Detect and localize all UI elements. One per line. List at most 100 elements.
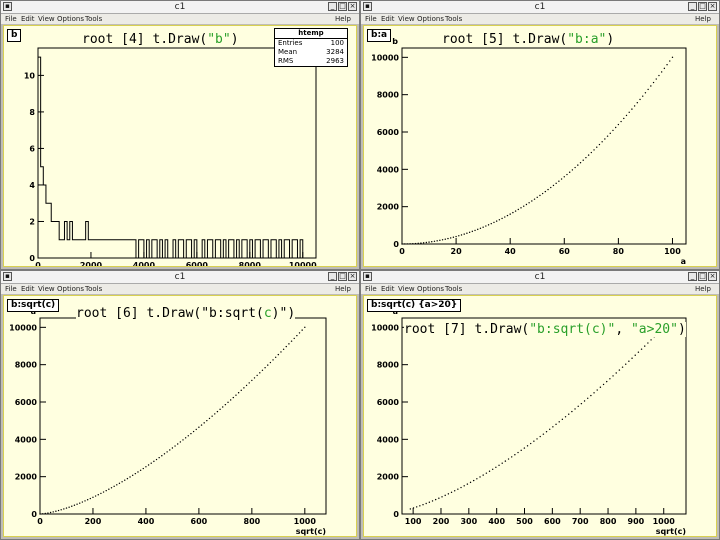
scatter-point: [545, 431, 548, 433]
scatter-point: [110, 487, 113, 489]
x-tick-label: 2000: [80, 261, 103, 267]
menu-options[interactable]: Options: [417, 14, 444, 24]
scatter-point: [420, 242, 422, 244]
close-icon[interactable]: ×: [348, 272, 357, 281]
scatter-point: [264, 367, 266, 369]
menu-view[interactable]: View: [38, 284, 55, 294]
scatter-point: [495, 466, 497, 468]
y-tick-label: 8000: [15, 361, 38, 370]
y-tick-label: 10000: [9, 323, 37, 332]
menu-view[interactable]: View: [398, 284, 415, 294]
y-tick-label: 4000: [377, 435, 400, 444]
menu-edit[interactable]: Edit: [21, 14, 35, 24]
scatter-point: [655, 78, 657, 80]
stats-box[interactable]: htemp Entries 100 Mean 3284 RMS 2963: [274, 28, 348, 67]
command-text: root [7] t.Draw("b:sqrt(c)", "a>20"): [404, 322, 686, 337]
title-bar[interactable]: ▪ c1 _ □ ×: [1, 271, 359, 284]
graph-label[interactable]: b:sqrt(c) {a>20}: [367, 299, 462, 312]
menu-edit[interactable]: Edit: [381, 14, 395, 24]
scatter-point: [509, 213, 511, 215]
x-tick-label: 900: [628, 517, 645, 526]
title-bar[interactable]: ▪ c1 _ □ ×: [361, 271, 719, 284]
scatter-point: [431, 241, 433, 243]
scatter-point: [560, 178, 563, 180]
menu-edit[interactable]: Edit: [381, 284, 395, 294]
minimize-icon[interactable]: _: [328, 272, 337, 281]
close-icon[interactable]: ×: [708, 272, 717, 281]
menu-options[interactable]: Options: [57, 14, 84, 24]
scatter-point: [433, 240, 436, 243]
x-tick-label: 100: [405, 517, 422, 526]
x-tick-label: 6000: [186, 261, 209, 267]
scatter-point: [609, 378, 611, 380]
scatter-point: [296, 334, 298, 337]
scatter-point: [520, 207, 522, 209]
scatter-point: [272, 359, 274, 361]
scatter-point: [479, 227, 482, 230]
command-text: root [5] t.Draw("b:a"): [442, 32, 615, 47]
close-icon[interactable]: ×: [708, 2, 717, 11]
menu-edit[interactable]: Edit: [21, 284, 35, 294]
histogram-label[interactable]: b: [7, 29, 22, 42]
scatter-point: [155, 458, 158, 461]
menu-options[interactable]: Options: [417, 284, 444, 294]
graph-label[interactable]: b:sqrt(c): [7, 299, 60, 312]
scatter-point: [504, 460, 507, 462]
plot-canvas[interactable]: 0 20 40 60 80 100 0 2000 4000 6000 8000 10000 a b b:a…: [363, 25, 717, 267]
x-tick-label: 400: [138, 517, 155, 526]
scatter-point: [468, 231, 471, 234]
title-bar[interactable]: ▪ c1 _ □ ×: [361, 1, 719, 14]
menu-tools[interactable]: Tools: [85, 14, 102, 24]
scatter-point: [277, 353, 280, 356]
close-icon[interactable]: ×: [348, 2, 357, 11]
scatter-point: [460, 234, 463, 236]
scatter-point: [200, 424, 203, 426]
menu-bar: File Edit View Options Tools Help: [361, 284, 719, 294]
plot-canvas[interactable]: 100 200 300 400 500 600 700 800 900 1000 0 2000 4000…: [363, 295, 717, 537]
y-tick-label: 8000: [377, 91, 400, 100]
minimize-icon[interactable]: _: [688, 272, 697, 281]
scatter-point: [652, 81, 655, 84]
scatter-point: [501, 462, 503, 464]
x-tick-label: 200: [433, 517, 450, 526]
plot-canvas[interactable]: 02000400060008000100000246810b b root [4…: [3, 25, 357, 267]
menu-options[interactable]: Options: [57, 284, 84, 294]
scatter-point: [52, 511, 54, 513]
maximize-icon[interactable]: □: [338, 272, 347, 281]
menu-view[interactable]: View: [398, 14, 415, 24]
menu-help[interactable]: Help: [695, 284, 711, 294]
scatter-point: [498, 219, 501, 221]
command-code-part: root [5] t.Draw(: [442, 32, 568, 47]
menu-tools[interactable]: Tools: [445, 14, 462, 24]
command-code-part: )"): [271, 306, 296, 321]
graph-label[interactable]: b:a: [367, 29, 392, 42]
menu-help[interactable]: Help: [335, 284, 351, 294]
menu-help[interactable]: Help: [335, 14, 351, 24]
title-bar[interactable]: ▪ c1 _ □ ×: [1, 1, 359, 14]
scatter-point: [92, 496, 94, 499]
minimize-icon[interactable]: _: [328, 2, 337, 11]
canvas-window-1: ▪ c1 _ □ × File Edit View Options Tools …: [0, 0, 360, 270]
scatter-point: [65, 507, 68, 509]
menu-view[interactable]: View: [38, 14, 55, 24]
menu-file[interactable]: File: [365, 284, 377, 294]
canvas-window-4: ▪ c1 _ □ × File Edit View Options Tools …: [360, 270, 720, 540]
maximize-icon[interactable]: □: [338, 2, 347, 11]
menu-tools[interactable]: Tools: [445, 284, 462, 294]
menu-help[interactable]: Help: [695, 14, 711, 24]
menu-file[interactable]: File: [5, 284, 17, 294]
maximize-icon[interactable]: □: [698, 2, 707, 11]
minimize-icon[interactable]: _: [688, 2, 697, 11]
plot-canvas[interactable]: 0 200 400 600 800 1000 0 2000 4000 6000 8000 10000 s…: [3, 295, 357, 537]
scatter-point: [126, 477, 129, 480]
x-axis-title: sqrt(c): [656, 527, 686, 536]
menu-tools[interactable]: Tools: [85, 284, 102, 294]
menu-file[interactable]: File: [365, 14, 377, 24]
command-code-part: ): [677, 322, 686, 337]
scatter-point: [142, 467, 144, 470]
x-tick-label: 600: [191, 517, 208, 526]
menu-bar: File Edit View Options Tools Help: [361, 14, 719, 24]
scatter-point: [606, 380, 608, 383]
maximize-icon[interactable]: □: [698, 272, 707, 281]
menu-file[interactable]: File: [5, 14, 17, 24]
